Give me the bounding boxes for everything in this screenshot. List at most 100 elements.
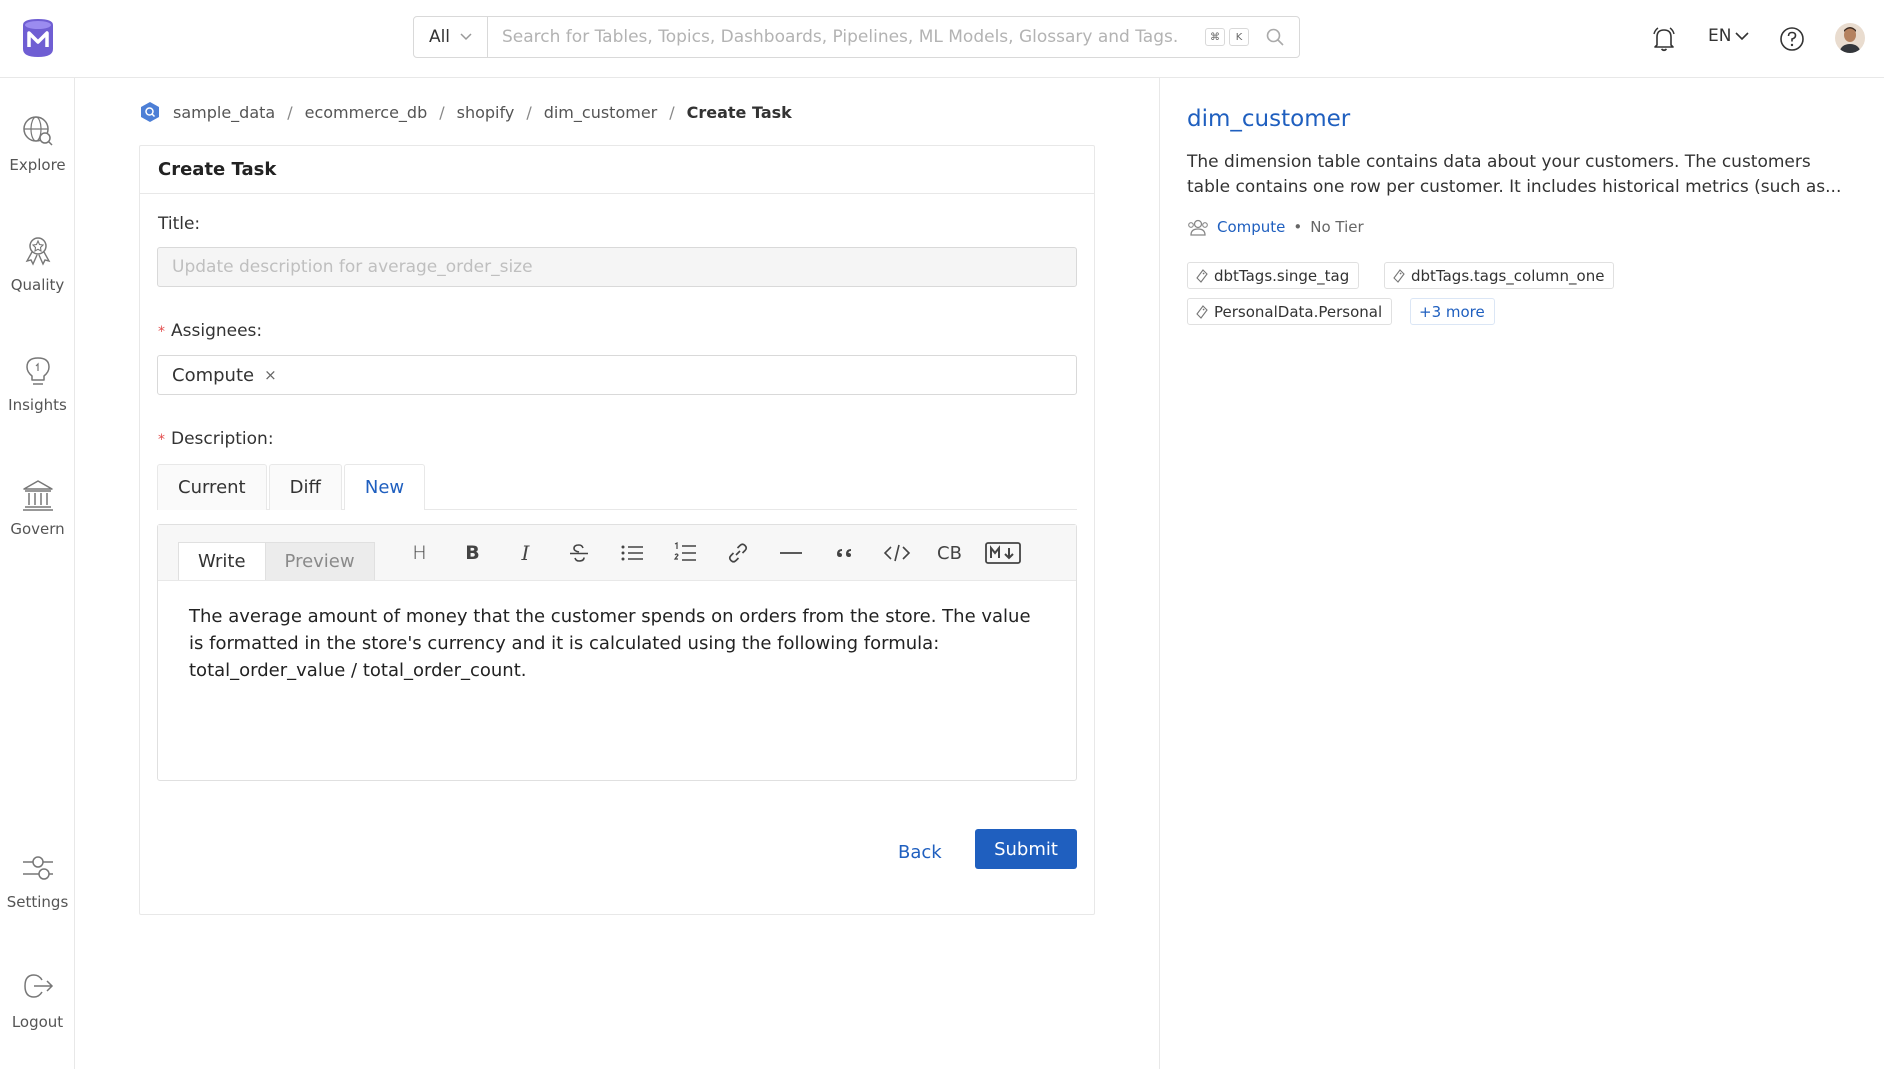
tab-current[interactable]: Current [157,464,267,510]
nav-item-insights[interactable]: Insights [0,354,75,414]
database-service-icon [141,102,159,122]
editor-tab-preview[interactable]: Preview [265,542,375,580]
explore-icon [22,116,53,146]
nav-item-logout[interactable]: Logout [0,971,75,1031]
app-logo[interactable] [20,17,56,59]
tag-icon [1393,268,1405,283]
user-avatar[interactable] [1835,23,1865,53]
shortcut-key-k: K [1229,28,1249,46]
bold-button[interactable]: B [446,539,499,567]
breadcrumb-item-table[interactable]: dim_customer [544,103,658,122]
heading-icon: H [412,542,427,564]
assignees-select[interactable]: Compute × [157,355,1077,395]
breadcrumb-separator: / [669,102,675,122]
assignee-chip-label: Compute [172,364,255,386]
nav-label-insights: Insights [8,396,67,414]
required-marker: * [158,432,165,448]
horizontal-rule-icon [779,552,802,554]
title-input[interactable]: Update description for average_order_siz… [157,247,1077,287]
codeblock-button[interactable]: CB [923,539,976,567]
bullet-list-button[interactable] [605,539,658,567]
horizontal-rule-button[interactable] [764,539,817,567]
editor-tab-write[interactable]: Write [178,542,266,580]
title-label: Title: [158,214,201,234]
strikethrough-button[interactable] [552,539,605,567]
nav-item-explore[interactable]: Explore [0,114,75,174]
bullet-list-icon [621,545,643,561]
italic-button[interactable]: I [499,539,552,567]
tag-chip[interactable]: dbtTags.singe_tag [1187,262,1360,289]
left-sidebar: Explore Quality Insights Govern Settings… [0,78,75,1069]
link-button[interactable] [711,539,764,567]
tab-diff[interactable]: Diff [268,464,342,510]
breadcrumb-item-database[interactable]: ecommerce_db [305,103,428,122]
tag-label: dbtTags.tags_column_one [1411,266,1605,285]
settings-icon [22,856,53,880]
assignee-chip: Compute × [172,365,277,386]
description-tabs: Current Diff New [157,464,1077,510]
breadcrumb-separator: / [439,102,445,122]
tag-label: PersonalData.Personal [1214,302,1383,321]
quote-button[interactable] [817,539,870,567]
assignees-label: * Assignees: [158,321,262,341]
description-textarea[interactable]: The average amount of money that the cus… [158,581,1076,706]
tag-icon [1196,304,1208,319]
breadcrumb-item-service[interactable]: sample_data [173,103,275,122]
remove-assignee-icon[interactable]: × [264,366,277,384]
owner-icon [1188,219,1208,236]
editor-toolbar: Write Preview H B I CB [158,525,1076,581]
entity-details-panel: dim_customer The dimension table contain… [1159,78,1884,1069]
strikethrough-icon [569,544,588,562]
create-task-card: Create Task Title: Update description fo… [139,145,1095,915]
nav-label-quality: Quality [10,276,65,294]
markdown-button[interactable] [976,539,1029,567]
heading-button[interactable]: H [393,539,446,567]
nav-label-explore: Explore [9,156,66,174]
tag-chip[interactable]: PersonalData.Personal [1187,298,1393,325]
tag-chip[interactable]: dbtTags.tags_column_one [1384,262,1615,289]
search-scope-select[interactable]: All [414,17,488,57]
editor-tools: H B I CB [393,539,1029,567]
chevron-down-icon [460,33,472,41]
language-value: EN [1708,26,1732,46]
global-search[interactable]: All Search for Tables, Topics, Dashboard… [413,16,1300,58]
insights-icon [25,357,50,385]
search-icon[interactable] [1265,27,1285,47]
breadcrumb-separator: / [526,102,532,122]
entity-owner[interactable]: Compute [1217,218,1285,236]
code-icon [883,544,910,562]
codeblock-icon: CB [937,542,962,564]
description-label: * Description: [158,429,274,449]
nav-label-logout: Logout [11,1013,64,1031]
breadcrumb-item-schema[interactable]: shopify [457,103,515,122]
shortcut-key-cmd: ⌘ [1205,28,1225,46]
code-button[interactable] [870,539,923,567]
back-button[interactable]: Back [886,832,954,872]
card-title: Create Task [140,146,1094,194]
nav-item-govern[interactable]: Govern [0,478,75,538]
logout-icon [23,974,53,998]
assignees-label-text: Assignees: [171,321,263,341]
nav-item-settings[interactable]: Settings [0,851,75,911]
entity-name[interactable]: dim_customer [1187,106,1350,132]
notification-bell-icon[interactable] [1652,26,1676,52]
tab-new[interactable]: New [343,464,426,510]
numbered-list-button[interactable] [658,539,711,567]
entity-tier: No Tier [1310,218,1364,236]
meta-separator: • [1293,218,1303,236]
submit-button[interactable]: Submit [975,829,1077,869]
nav-label-govern: Govern [10,520,65,538]
nav-item-quality[interactable]: Quality [0,234,75,294]
breadcrumb-separator: / [287,102,293,122]
link-icon [728,543,747,563]
help-icon[interactable] [1779,26,1805,52]
numbered-list-icon [673,542,696,561]
search-input[interactable]: Search for Tables, Topics, Dashboards, P… [488,27,1205,47]
quality-icon [25,237,50,266]
markdown-editor: Write Preview H B I CB The average amoun… [157,524,1077,781]
nav-label-settings: Settings [6,893,69,911]
quote-icon [836,549,851,557]
more-tags-button[interactable]: +3 more [1410,298,1495,325]
required-marker: * [158,324,165,340]
language-select[interactable]: EN [1708,26,1750,46]
